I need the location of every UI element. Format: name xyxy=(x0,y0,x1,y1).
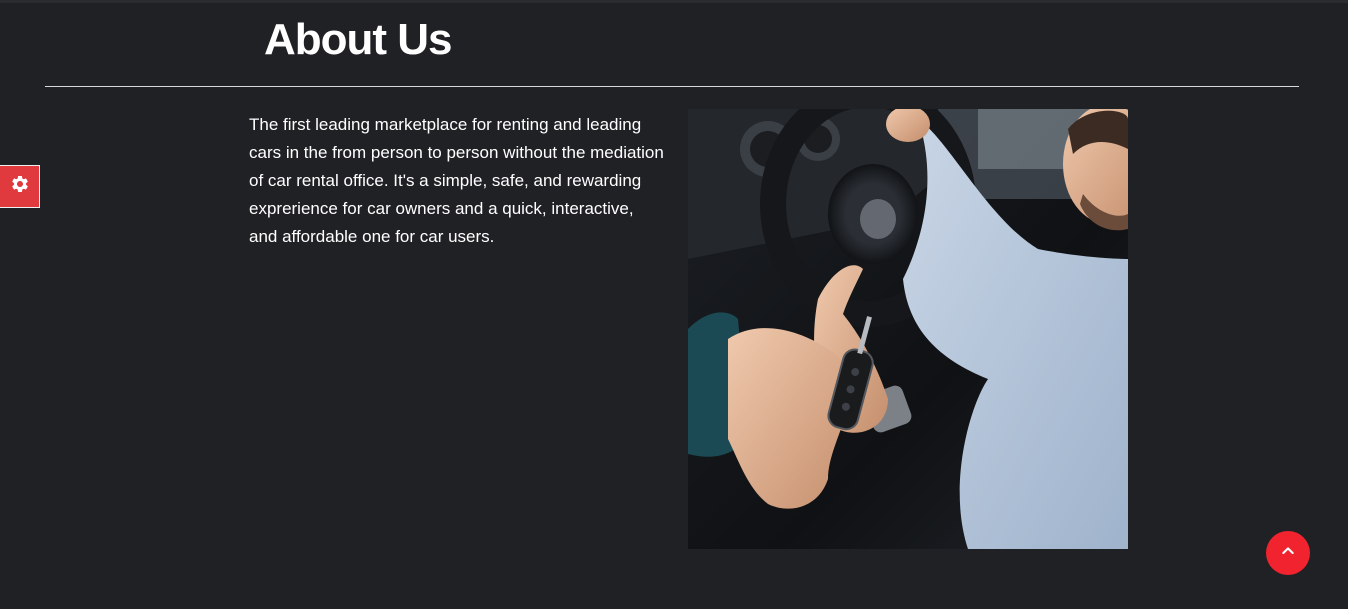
about-description: The first leading marketplace for rentin… xyxy=(249,115,664,246)
page-title: About Us xyxy=(264,15,453,64)
car-keys-handover-image xyxy=(688,109,1128,549)
title-divider xyxy=(45,86,1299,87)
back-to-top-button[interactable] xyxy=(1266,531,1310,575)
gear-icon xyxy=(10,174,30,199)
settings-toggle-button[interactable] xyxy=(0,165,40,208)
top-border xyxy=(0,0,1348,3)
chevron-up-icon xyxy=(1280,543,1296,564)
